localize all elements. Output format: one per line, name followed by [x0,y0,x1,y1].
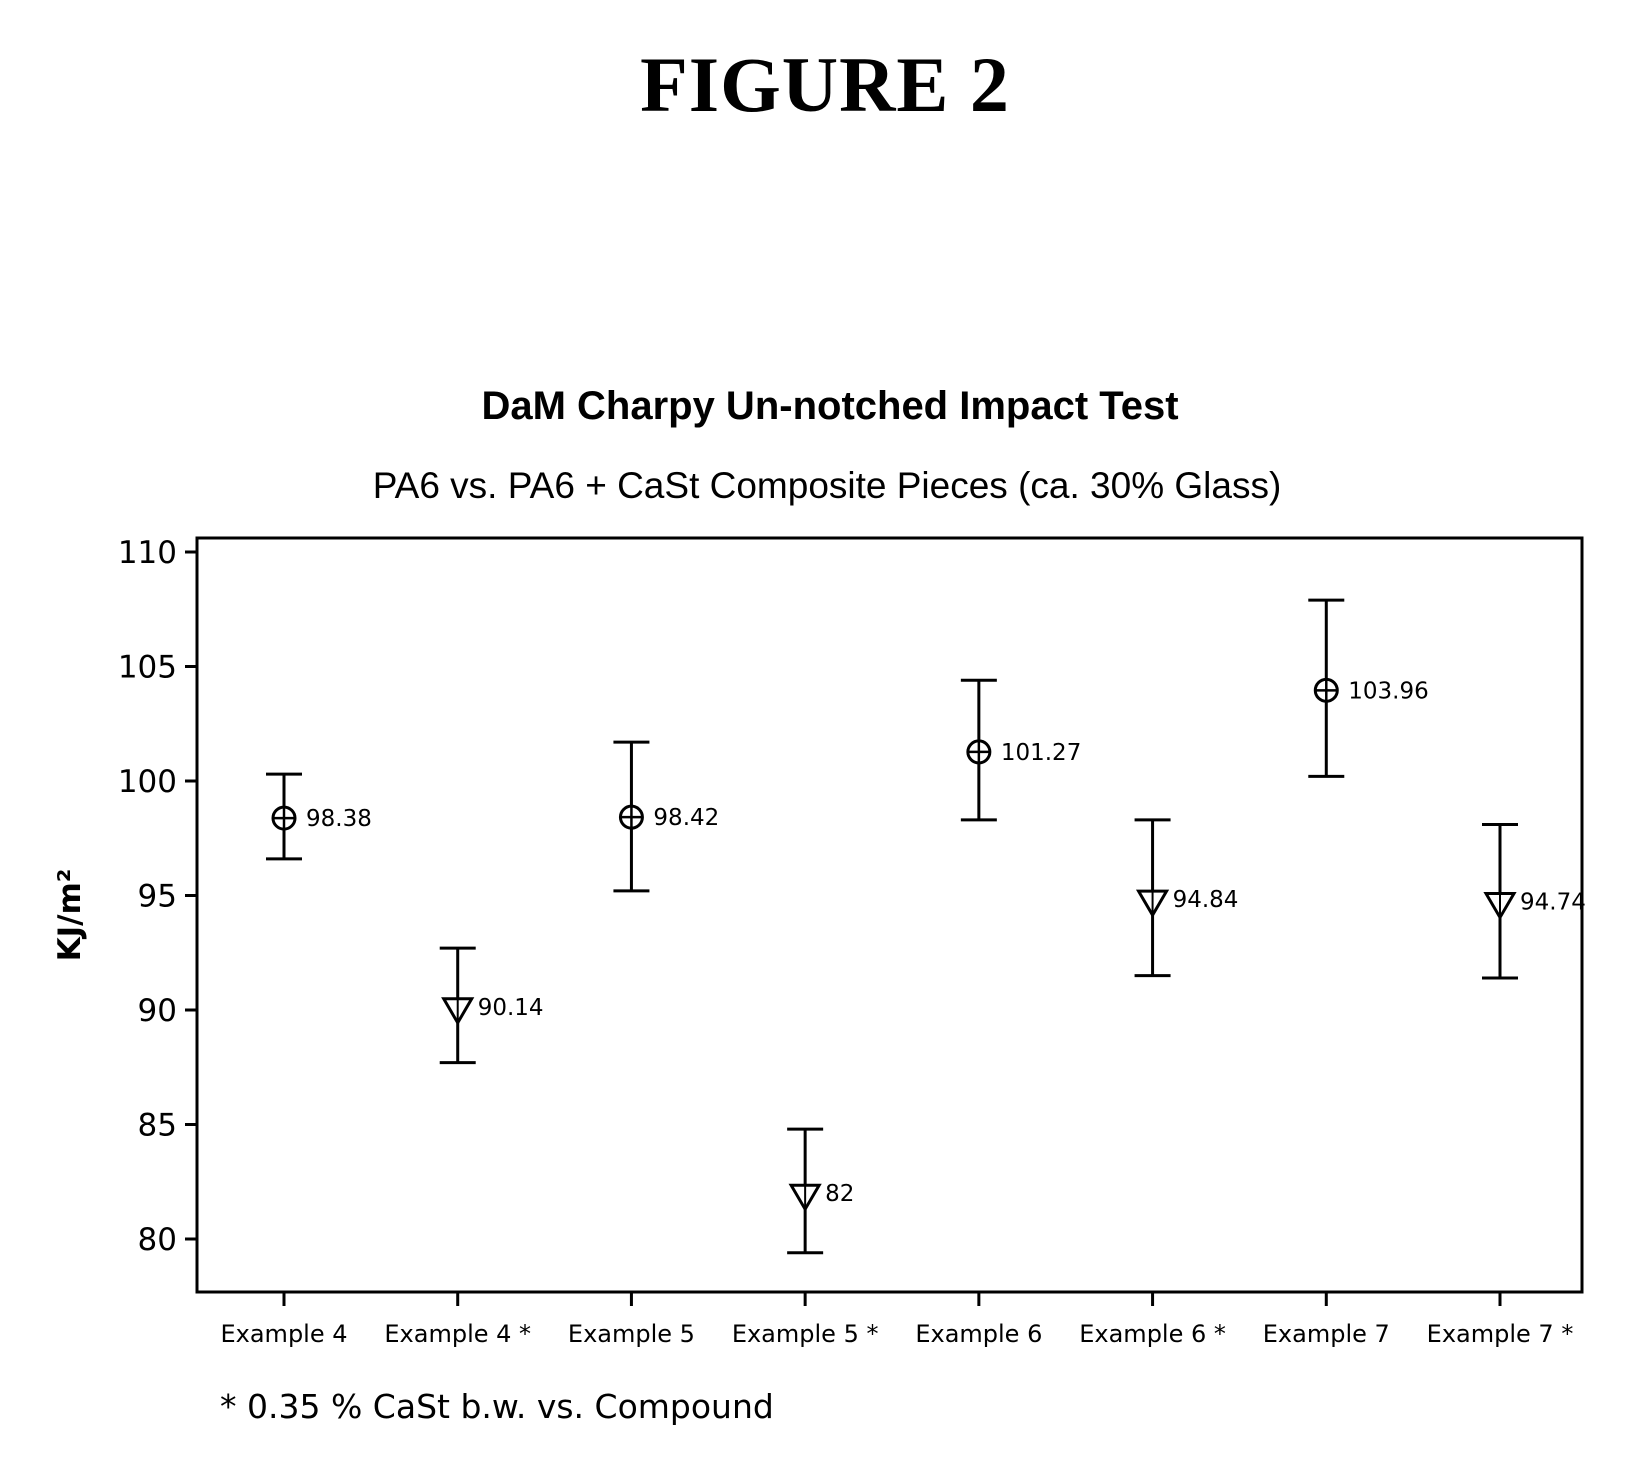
x-tick-label: Example 6 * [1079,1320,1226,1348]
error-bar-group: 94.74 [1482,823,1586,980]
chart-subtitle: PA6 vs. PA6 + CaSt Composite Pieces (ca.… [373,465,1282,506]
x-tick-label: Example 4 [220,1320,347,1348]
x-axis: Example 4 Example 4 * Example 5 Example 5 *… [220,1292,1573,1348]
data-label: 103.96 [1348,678,1428,704]
error-bar-group: 101.27 [960,678,1081,822]
error-bar-group: 98.38 [266,772,372,861]
x-tick-label: Example 5 * [732,1320,879,1348]
y-tick-label: 110 [118,535,177,571]
data-marks: 98.38 90.14 98.42 82 101.27 94.84 103.96 94.74 [266,598,1586,1255]
error-bar-group: 98.42 [613,740,719,893]
y-tick-label: 95 [138,879,177,915]
y-axis-label: KJ/m² [52,869,88,962]
error-bar-group: 103.96 [1308,598,1429,778]
x-tick-label: Example 7 * [1427,1320,1574,1348]
data-label: 94.84 [1173,887,1239,913]
x-tick-label: Example 6 [915,1320,1042,1348]
data-label: 90.14 [478,995,544,1021]
y-tick-label: 80 [138,1222,177,1258]
y-tick-label: 105 [118,650,177,686]
footnote: * 0.35 % CaSt b.w. vs. Compound [220,1387,774,1426]
data-label: 98.42 [653,805,719,831]
data-label: 94.74 [1520,889,1586,915]
y-tick-label: 85 [138,1108,177,1144]
plot-frame [195,536,1584,1294]
error-bar-group: 94.84 [1134,818,1239,978]
x-tick-label: Example 4 * [384,1320,531,1348]
data-label: 101.27 [1001,740,1081,766]
x-tick-label: Example 7 [1263,1320,1390,1348]
data-label: 98.38 [306,806,372,832]
y-axis: 80 85 90 95 100 105 110 [118,535,197,1258]
x-tick-label: Example 5 [568,1320,695,1348]
error-bar-group: 90.14 [439,946,544,1065]
y-tick-label: 100 [118,764,177,800]
y-tick-label: 90 [138,993,177,1029]
data-label: 82 [825,1181,854,1207]
error-bar-group: 82 [787,1127,854,1255]
chart-title: DaM Charpy Un-notched Impact Test [481,384,1178,428]
interval-plot: DaM Charpy Un-notched Impact Test PA6 vs… [52,384,1586,1426]
